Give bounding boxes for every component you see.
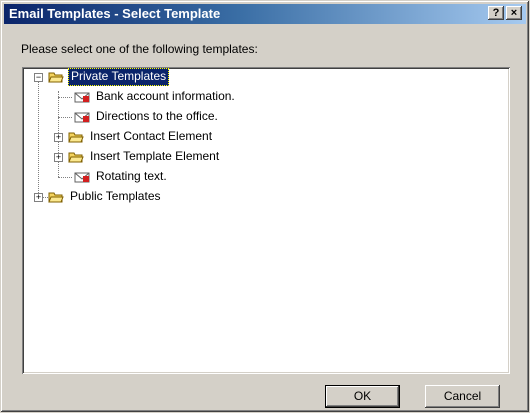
email-template-icon	[74, 92, 90, 103]
tree-node-directions[interactable]: Directions to the office.	[22, 108, 262, 126]
tree-node-label[interactable]: Private Templates	[68, 68, 170, 86]
open-folder-icon	[48, 192, 64, 203]
email-template-icon	[74, 112, 90, 123]
open-folder-icon	[48, 72, 64, 83]
tree-node-bank-account[interactable]: Bank account information.	[22, 88, 262, 106]
email-template-icon	[74, 172, 90, 183]
tree-node-rotating-text[interactable]: Rotating text.	[22, 168, 262, 186]
tree-node-private-templates[interactable]: − Private Templates	[22, 68, 222, 86]
open-folder-icon	[68, 152, 84, 163]
tree-node-label[interactable]: Insert Template Element	[88, 148, 221, 164]
tree-node-insert-contact[interactable]: + Insert Contact Element	[22, 128, 262, 146]
expand-toggle[interactable]: +	[54, 133, 63, 142]
expand-toggle[interactable]: +	[34, 193, 43, 202]
collapse-toggle[interactable]: −	[34, 73, 43, 82]
cancel-button[interactable]: Cancel	[425, 385, 500, 408]
email-templates-dialog: Email Templates - Select Template ? × Pl…	[0, 0, 530, 413]
tree-node-label[interactable]: Public Templates	[68, 188, 163, 204]
close-button[interactable]: ×	[506, 6, 522, 20]
tree-node-label[interactable]: Rotating text.	[94, 168, 169, 184]
open-folder-icon	[68, 132, 84, 143]
help-button[interactable]: ?	[488, 6, 504, 20]
tree-node-label[interactable]: Bank account information.	[94, 88, 237, 104]
templates-tree[interactable]: − Private Templates Bank account informa…	[22, 67, 510, 374]
tree-node-label[interactable]: Directions to the office.	[94, 108, 220, 124]
tree-node-label[interactable]: Insert Contact Element	[88, 128, 214, 144]
instruction-text: Please select one of the following templ…	[21, 42, 258, 56]
dialog-title: Email Templates - Select Template	[9, 6, 221, 21]
title-bar[interactable]: Email Templates - Select Template ? ×	[4, 4, 526, 24]
tree-node-public-templates[interactable]: + Public Templates	[22, 188, 222, 206]
tree-node-insert-template[interactable]: + Insert Template Element	[22, 148, 262, 166]
expand-toggle[interactable]: +	[54, 153, 63, 162]
ok-button[interactable]: OK	[325, 385, 400, 408]
